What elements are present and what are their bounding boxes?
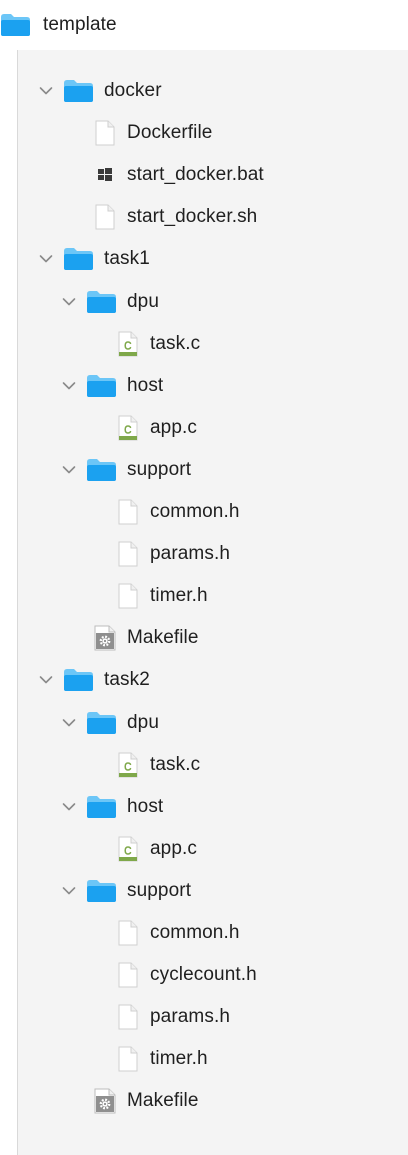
file-icon [116, 499, 140, 525]
tree-folder-row[interactable]: support [58, 450, 191, 490]
tree-item-label: docker [104, 80, 162, 101]
chevron-down-icon[interactable] [58, 375, 80, 397]
folder-icon [86, 795, 117, 819]
file-icon [93, 120, 117, 146]
tree-file-row[interactable]: timer.h [116, 1039, 208, 1079]
tree-item-label: start_docker.bat [127, 164, 264, 186]
c-file-icon [116, 752, 140, 778]
tree-file-row[interactable]: task.c [116, 324, 200, 364]
root-folder-row[interactable]: template [0, 0, 408, 50]
folder-icon [86, 374, 117, 398]
tree-item-label: task1 [104, 248, 150, 270]
tree-item-label: timer.h [150, 585, 208, 607]
folder-icon [63, 668, 94, 692]
chevron-down-icon[interactable] [58, 459, 80, 481]
c-file-icon [116, 415, 140, 441]
tree-item-label: task.c [150, 753, 201, 775]
file-icon [93, 204, 117, 230]
folder-icon [86, 458, 117, 482]
file-icon [116, 541, 140, 567]
file-icon [116, 1004, 140, 1030]
tree-file-row[interactable]: task.c [116, 745, 200, 785]
tree-file-row[interactable]: app.c [116, 829, 197, 869]
tree-item-label: common.h [150, 922, 240, 943]
tree-item-label: dpu [127, 290, 160, 312]
c-file-icon [116, 836, 140, 862]
tree-file-row[interactable]: common.h [116, 492, 240, 532]
file-icon [116, 1046, 140, 1072]
root-folder-label: template [43, 14, 117, 35]
tree-file-row[interactable]: timer.h [116, 576, 208, 616]
tree-item-label: cyclecount.h [150, 964, 257, 986]
tree-item-label: support [127, 879, 192, 901]
file-icon [116, 962, 140, 988]
tree-file-row[interactable]: params.h [116, 997, 230, 1037]
tree-folder-row[interactable]: host [58, 787, 163, 827]
tree-file-row[interactable]: Dockerfile [93, 113, 212, 153]
makefile-icon [93, 1088, 117, 1114]
chevron-down-icon[interactable] [58, 291, 80, 313]
tree-file-row[interactable]: start_docker.sh [93, 197, 257, 237]
tree-item-label: params.h [150, 1006, 231, 1028]
chevron-down-icon[interactable] [58, 796, 80, 818]
tree-item-label: app.c [150, 416, 197, 438]
tree-item-label: timer.h [150, 1048, 208, 1070]
tree-item-label: start_docker.sh [127, 206, 258, 228]
tree-item-label: support [127, 458, 192, 480]
folder-icon [63, 79, 94, 103]
tree-file-row[interactable]: app.c [116, 408, 197, 448]
makefile-icon [93, 625, 117, 651]
chevron-down-icon[interactable] [35, 248, 57, 270]
folder-icon [86, 879, 117, 903]
folder-icon [0, 13, 31, 37]
tree-item-label: task2 [104, 669, 150, 691]
tree-item-label: task.c [150, 332, 201, 354]
tree-folder-row[interactable]: host [58, 366, 163, 406]
chevron-down-icon[interactable] [58, 880, 80, 902]
tree-file-row[interactable]: common.h [116, 913, 240, 953]
tree-item-label: host [127, 374, 164, 396]
folder-icon [86, 290, 117, 314]
tree-folder-row[interactable]: dpu [58, 282, 159, 322]
tree-item-label: app.c [150, 837, 197, 859]
tree-folder-row[interactable]: support [58, 871, 191, 911]
chevron-down-icon[interactable] [58, 712, 80, 734]
tree-folder-row[interactable]: dpu [58, 703, 159, 743]
chevron-down-icon[interactable] [35, 80, 57, 102]
tree-file-row[interactable]: Makefile [93, 618, 199, 658]
tree-item-label: Makefile [127, 627, 199, 649]
tree-file-row[interactable]: params.h [116, 534, 230, 574]
chevron-down-icon[interactable] [35, 669, 57, 691]
tree-folder-row[interactable]: docker [35, 71, 162, 111]
tree-item-label: dpu [127, 711, 160, 733]
folder-icon [86, 711, 117, 735]
tree-folder-row[interactable]: task2 [35, 660, 150, 700]
file-icon [116, 583, 140, 609]
tree-file-row[interactable]: cyclecount.h [116, 955, 257, 995]
tree-item-label: Dockerfile [127, 122, 213, 144]
tree-item-label: host [127, 795, 164, 817]
windows-icon [93, 165, 117, 185]
tree-item-label: Makefile [127, 1090, 199, 1112]
folder-icon [63, 247, 94, 271]
tree-file-row[interactable]: start_docker.bat [93, 155, 264, 195]
c-file-icon [116, 331, 140, 357]
tree-item-label: common.h [150, 501, 240, 522]
tree-file-row[interactable]: Makefile [93, 1081, 199, 1121]
tree-folder-row[interactable]: task1 [35, 239, 150, 279]
tree-item-label: params.h [150, 543, 231, 565]
file-icon [116, 920, 140, 946]
